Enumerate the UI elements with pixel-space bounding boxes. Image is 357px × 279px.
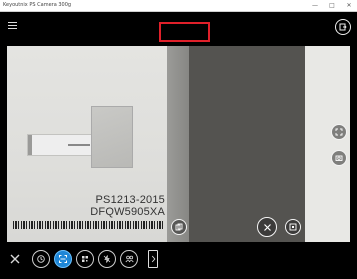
document-card: PS1213-2015 DFQW5905XA	[7, 46, 167, 242]
serial-number-line-2: DFQW5905XA	[90, 206, 165, 218]
viewfinder-right-area	[305, 46, 350, 242]
copy-glyph	[175, 223, 183, 231]
hamburger-icon[interactable]	[8, 22, 17, 29]
timer-icon[interactable]	[32, 250, 50, 268]
camera-viewfinder[interactable]: PS1213-2015 DFQW5905XA	[7, 46, 350, 242]
copy-icon[interactable]	[171, 219, 187, 235]
window-title: Keyoutnix PS Camera 300g	[3, 2, 72, 8]
card-photo	[91, 106, 133, 168]
camera-switch-glyph	[335, 155, 343, 161]
card-label-sticker	[27, 134, 97, 156]
scan-zone-shadow	[189, 46, 305, 242]
serial-number-line-1: PS1213-2015	[95, 194, 165, 206]
people-glyph	[124, 255, 134, 263]
capture-icon[interactable]	[285, 219, 301, 235]
window-close-button[interactable]: ✕	[341, 0, 357, 11]
top-toolbar	[0, 12, 357, 46]
export-glyph	[339, 23, 347, 31]
scan-frame-icon[interactable]	[331, 124, 347, 140]
barcode	[13, 221, 163, 229]
cancel-icon[interactable]	[257, 217, 277, 237]
scan-glyph	[59, 255, 67, 263]
close-icon[interactable]	[8, 252, 22, 266]
chevron-glyph	[151, 255, 155, 263]
timer-glyph	[37, 255, 45, 263]
no-flash-glyph	[103, 255, 111, 263]
cancel-glyph	[263, 223, 271, 231]
scan-icon[interactable]	[54, 250, 72, 268]
scan-frame-glyph	[335, 128, 343, 136]
minimize-button[interactable]: —	[307, 0, 323, 11]
chevron-right-icon[interactable]	[148, 250, 158, 268]
highlight-annotation	[159, 22, 210, 42]
window-titlebar: Keyoutnix PS Camera 300g — □ ✕	[0, 0, 357, 12]
camera-switch-icon[interactable]	[331, 150, 347, 166]
bottom-toolbar	[0, 242, 357, 279]
maximize-button[interactable]: □	[324, 0, 340, 11]
qr-icon[interactable]	[76, 250, 94, 268]
capture-glyph	[289, 223, 297, 231]
qr-glyph	[82, 256, 88, 262]
people-icon[interactable]	[120, 250, 138, 268]
no-flash-icon[interactable]	[98, 250, 116, 268]
export-icon[interactable]	[335, 19, 351, 35]
